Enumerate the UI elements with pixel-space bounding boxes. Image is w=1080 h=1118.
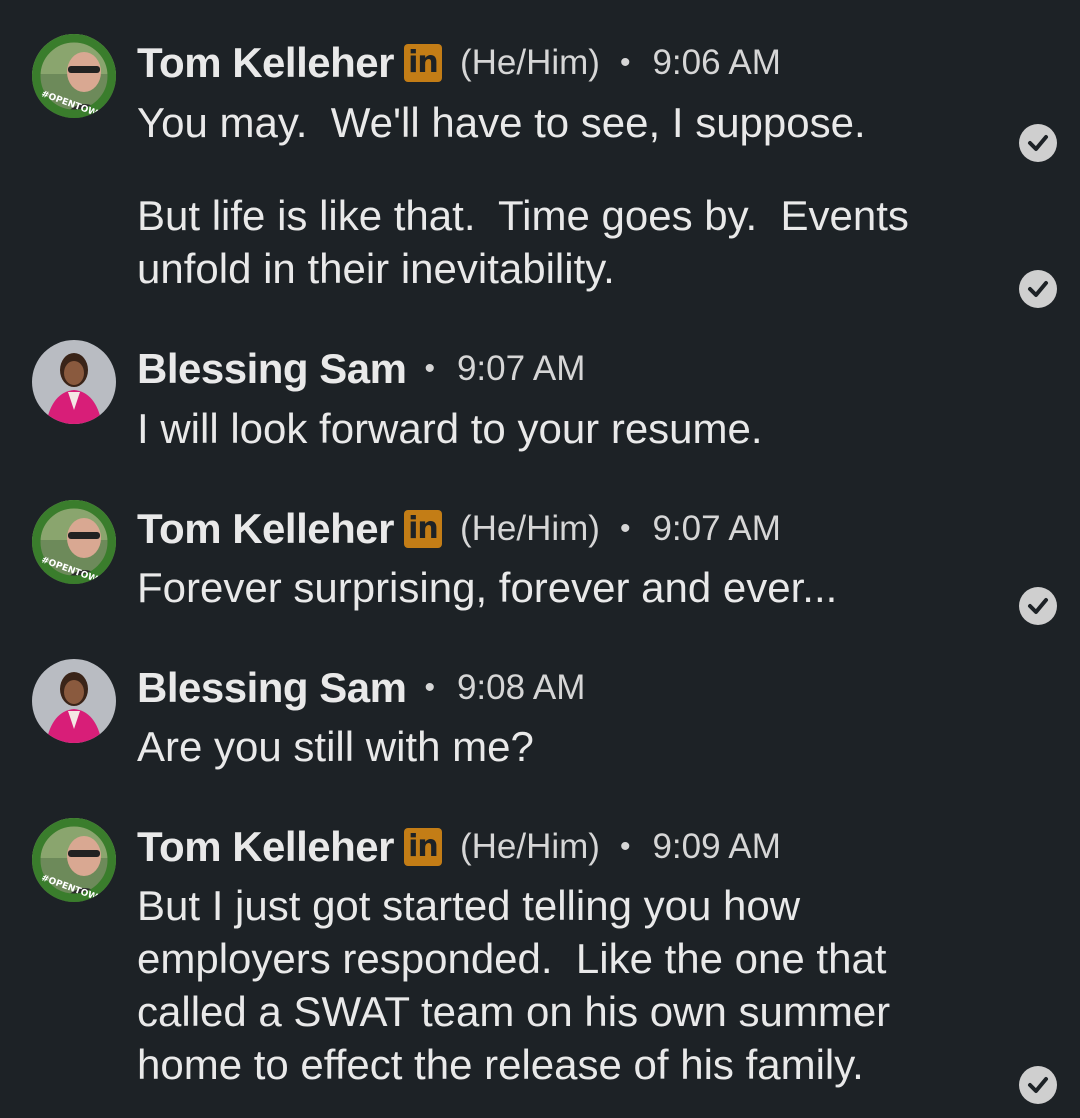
separator-dot: • <box>424 671 435 704</box>
avatar-tom-kelleher[interactable]: #OPENTOWORK <box>32 34 116 118</box>
separator-dot: • <box>619 46 631 79</box>
check-circle-icon <box>1019 270 1057 308</box>
avatar-tom-kelleher[interactable]: #OPENTOWORK <box>32 818 116 902</box>
check-circle-icon <box>1019 587 1057 625</box>
message-header: Tom Kelleher in (He/Him) • 9:09 AM <box>137 821 781 873</box>
message-text: Are you still with me? <box>137 723 534 770</box>
message-text: But life is like that. Time goes by. Eve… <box>137 192 921 292</box>
linkedin-badge-icon: in <box>403 828 442 866</box>
separator-dot: • <box>619 512 631 545</box>
sender-name[interactable]: Blessing Sam <box>137 664 407 712</box>
sender-name[interactable]: Tom Kelleher <box>137 505 394 553</box>
timestamp: 9:08 AM <box>456 668 586 707</box>
sender-name[interactable]: Tom Kelleher <box>137 39 394 87</box>
message-header: Tom Kelleher in (He/Him) • 9:06 AM <box>137 37 781 89</box>
avatar-blessing-sam[interactable] <box>32 340 116 424</box>
linkedin-badge-icon: in <box>403 44 442 82</box>
timestamp: 9:07 AM <box>652 509 781 548</box>
message-text: I will look forward to your resume. <box>137 405 763 452</box>
timestamp: 9:06 AM <box>652 43 781 82</box>
sender-name[interactable]: Tom Kelleher <box>137 823 394 871</box>
sender-name[interactable]: Blessing Sam <box>137 345 407 393</box>
timestamp: 9:07 AM <box>456 349 586 388</box>
pronouns: (He/Him) <box>459 509 600 548</box>
message-header: Tom Kelleher in (He/Him) • 9:07 AM <box>137 503 781 555</box>
pronouns: (He/Him) <box>459 827 600 866</box>
separator-dot: • <box>619 830 631 863</box>
message-text: Forever surprising, forever and ever... <box>137 564 838 611</box>
check-circle-icon <box>1019 124 1057 162</box>
pronouns: (He/Him) <box>459 43 600 82</box>
message-header: Blessing Sam • 9:08 AM <box>137 662 585 714</box>
avatar-blessing-sam[interactable] <box>32 659 116 743</box>
avatar-tom-kelleher[interactable]: #OPENTOWORK <box>32 500 116 584</box>
timestamp: 9:09 AM <box>652 827 781 866</box>
message-text: You may. We'll have to see, I suppose. <box>137 99 866 146</box>
linkedin-badge-icon: in <box>403 510 442 548</box>
message-header: Blessing Sam • 9:07 AM <box>137 343 585 395</box>
separator-dot: • <box>424 352 435 385</box>
message-text: But I just got started telling you how e… <box>137 882 902 1088</box>
check-circle-icon <box>1019 1066 1057 1104</box>
